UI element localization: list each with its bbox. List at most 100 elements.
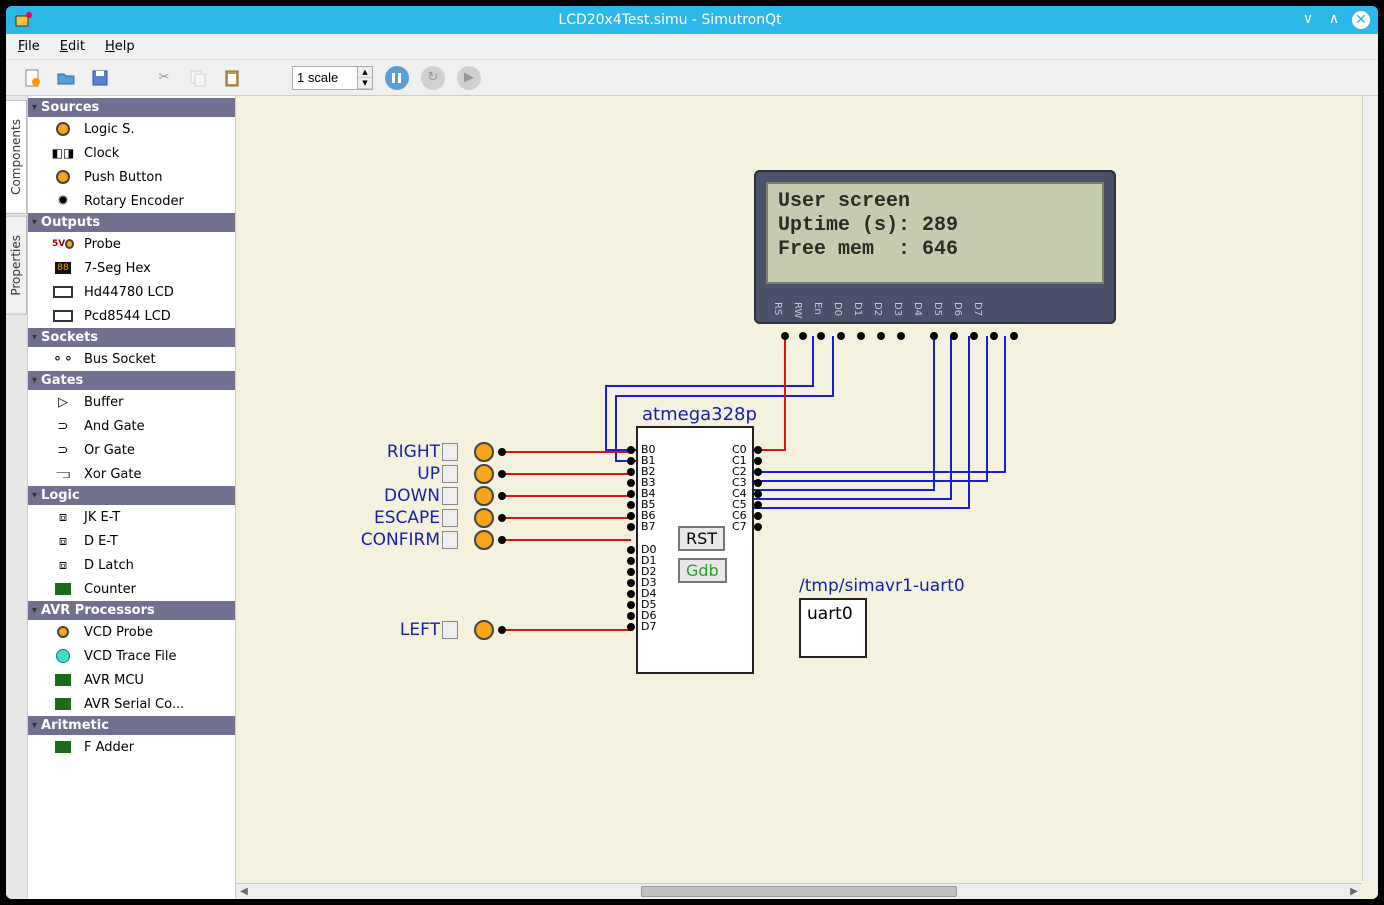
push-button[interactable] (442, 443, 458, 461)
menu-file[interactable]: File (14, 37, 44, 56)
vcd-trace-icon (56, 649, 70, 663)
rotary-icon: ✹ (52, 192, 74, 210)
tree-item[interactable]: ⚬⚬Bus Socket (28, 347, 235, 371)
seven-seg-icon: 88 (55, 262, 71, 274)
pause-button[interactable] (385, 66, 409, 90)
tree-item[interactable]: Counter (28, 577, 235, 601)
flipflop-icon: ⧈ (52, 508, 74, 526)
vcd-probe-icon (52, 623, 74, 641)
logic-source-icon (56, 122, 70, 136)
scale-input[interactable]: ▲▼ (292, 66, 373, 90)
copy-button[interactable] (184, 64, 212, 92)
app-icon (14, 10, 34, 30)
tree-header-outputs[interactable]: Outputs (28, 213, 235, 232)
sidebar-tabs: Components Properties (6, 96, 28, 899)
tree-item[interactable]: ⧈D Latch (28, 553, 235, 577)
rst-button[interactable]: RST (678, 526, 725, 551)
tree-item[interactable]: 887-Seg Hex (28, 256, 235, 280)
scroll-right-icon[interactable]: ▶ (1346, 884, 1362, 899)
tree-item[interactable]: VCD Trace File (28, 644, 235, 668)
paste-button[interactable] (218, 64, 246, 92)
scroll-thumb[interactable] (641, 886, 956, 897)
push-button-led (474, 464, 494, 484)
button-label-right: RIGHT (356, 442, 440, 462)
step-button[interactable]: ▶ (457, 66, 481, 90)
scrollbar-horizontal[interactable]: ◀ ▶ (236, 883, 1362, 899)
push-button-led (474, 508, 494, 528)
counter-icon (55, 583, 71, 595)
tree-header-aritmetic[interactable]: Aritmetic (28, 716, 235, 735)
tree-header-sockets[interactable]: Sockets (28, 328, 235, 347)
tree-item[interactable]: ⧈D E-T (28, 529, 235, 553)
tab-properties[interactable]: Properties (6, 216, 27, 315)
app-window: LCD20x4Test.simu - SimutronQt ∨ ∧ ✕ File… (6, 6, 1378, 899)
push-button[interactable] (442, 621, 458, 639)
close-icon[interactable]: ✕ (1352, 11, 1370, 29)
tree-item[interactable]: ▷Buffer (28, 390, 235, 414)
chip-left-b-pins: B0B1B2B3 B4B5B6B7 (641, 444, 656, 532)
uart-component[interactable]: uart0 (799, 598, 867, 658)
tree-item[interactable]: F Adder (28, 735, 235, 759)
tree-item[interactable]: ⧈JK E-T (28, 505, 235, 529)
chip-right-c-pins: C0C1C2C3 C4C5C6C7 (732, 444, 747, 532)
tree-item[interactable]: Hd44780 LCD (28, 280, 235, 304)
push-button-led (474, 620, 494, 640)
menubar: File Edit Help (6, 34, 1378, 60)
titlebar: LCD20x4Test.simu - SimutronQt ∨ ∧ ✕ (6, 6, 1378, 34)
tree-item[interactable]: Push Button (28, 165, 235, 189)
scrollbar-vertical[interactable] (1362, 96, 1378, 881)
clock-icon: ◧◨ (52, 144, 74, 162)
xor-gate-icon: ⫎ (52, 465, 74, 483)
button-label-confirm: CONFIRM (344, 530, 440, 550)
tree-item[interactable]: Pcd8544 LCD (28, 304, 235, 328)
tree-item[interactable]: ⫎Xor Gate (28, 462, 235, 486)
push-button[interactable] (442, 465, 458, 483)
tree-item[interactable]: ⊃Or Gate (28, 438, 235, 462)
tree-item[interactable]: 5VProbe (28, 232, 235, 256)
scale-down[interactable]: ▼ (358, 78, 372, 89)
scale-field[interactable] (293, 68, 357, 87)
reset-button[interactable]: ↻ (421, 66, 445, 90)
tab-components[interactable]: Components (6, 100, 27, 214)
open-file-button[interactable] (52, 64, 80, 92)
tree-item[interactable]: ⊃And Gate (28, 414, 235, 438)
toolbar: ✂ ▲▼ ↻ ▶ (6, 60, 1378, 96)
or-gate-icon: ⊃ (52, 441, 74, 459)
gdb-button[interactable]: Gdb (678, 558, 727, 583)
adder-icon (55, 741, 71, 753)
scale-up[interactable]: ▲ (358, 67, 372, 78)
tree-item[interactable]: VCD Probe (28, 620, 235, 644)
chip-left-d-pins: D0D1D2D3 D4D5D6D7 (641, 544, 656, 632)
components-tree: Sources Logic S. ◧◨Clock Push Button ✹Ro… (28, 96, 236, 899)
menu-edit[interactable]: Edit (56, 37, 89, 56)
chip-label: atmega328p (642, 404, 757, 425)
buffer-icon: ▷ (52, 393, 74, 411)
tree-header-avr[interactable]: AVR Processors (28, 601, 235, 620)
tree-item[interactable]: ✹Rotary Encoder (28, 189, 235, 213)
push-button[interactable] (442, 531, 458, 549)
new-file-button[interactable] (18, 64, 46, 92)
tree-item[interactable]: AVR MCU (28, 668, 235, 692)
save-file-button[interactable] (86, 64, 114, 92)
tree-header-sources[interactable]: Sources (28, 98, 235, 117)
menu-help[interactable]: Help (101, 37, 139, 56)
tree-item[interactable]: AVR Serial Co... (28, 692, 235, 716)
cut-button[interactable]: ✂ (150, 64, 178, 92)
circuit-canvas[interactable]: User screen Uptime (s): 289 Free mem : 6… (236, 96, 1378, 899)
tree-header-gates[interactable]: Gates (28, 371, 235, 390)
scroll-left-icon[interactable]: ◀ (236, 884, 252, 899)
button-label-down: DOWN (356, 486, 440, 506)
lcd-pins: RSRWEn D0D1D2 D3D4D5 D6D7 (772, 302, 983, 318)
window-title: LCD20x4Test.simu - SimutronQt (40, 12, 1300, 28)
lcd-component[interactable]: User screen Uptime (s): 289 Free mem : 6… (754, 170, 1116, 324)
push-button-led (474, 442, 494, 462)
minimize-icon[interactable]: ∨ (1300, 11, 1316, 27)
push-button[interactable] (442, 487, 458, 505)
maximize-icon[interactable]: ∧ (1326, 11, 1342, 27)
push-button-icon (56, 170, 70, 184)
mcu-icon (55, 674, 71, 686)
tree-header-logic[interactable]: Logic (28, 486, 235, 505)
push-button[interactable] (442, 509, 458, 527)
tree-item[interactable]: ◧◨Clock (28, 141, 235, 165)
tree-item[interactable]: Logic S. (28, 117, 235, 141)
